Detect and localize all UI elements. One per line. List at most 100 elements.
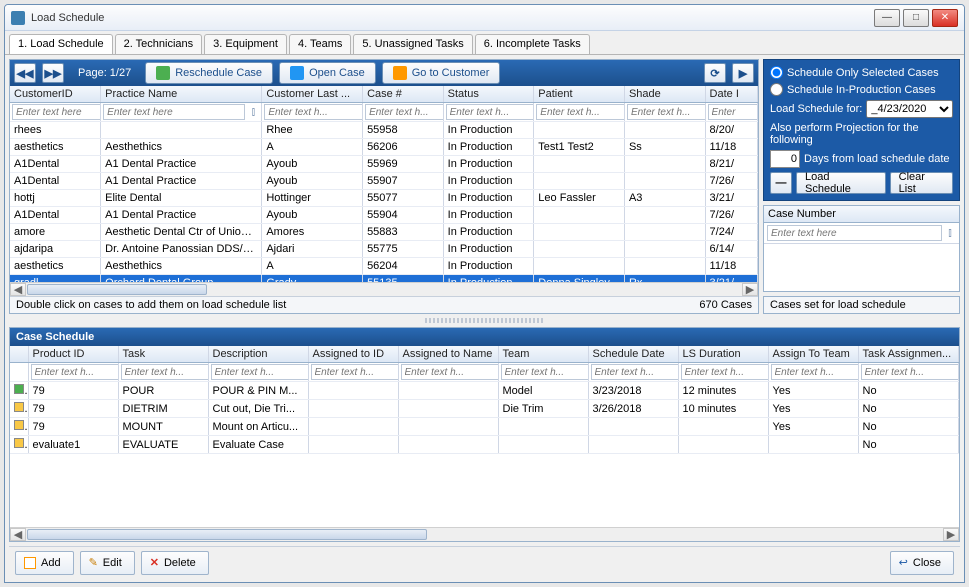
column-filter[interactable]	[771, 364, 859, 380]
case-number-filter[interactable]	[767, 225, 942, 241]
table-row[interactable]: A1DentalA1 Dental PracticeAyoub55904In P…	[10, 207, 758, 224]
radio-inproduction-cases[interactable]: Schedule In-Production Cases	[770, 83, 953, 96]
filter-icon[interactable]: ⫾	[247, 106, 259, 118]
filter-icon[interactable]: ⫾	[944, 227, 956, 239]
column-header[interactable]	[10, 346, 28, 363]
column-header[interactable]: Task Assignmen...	[858, 346, 958, 363]
column-header[interactable]: Schedule Date	[588, 346, 678, 363]
column-filter[interactable]	[211, 364, 309, 380]
tab-load-schedule[interactable]: 1. Load Schedule	[9, 34, 113, 54]
column-header[interactable]: Patient	[534, 86, 625, 103]
table-row[interactable]: aestheticsAesthethicsA56206In Production…	[10, 139, 758, 156]
reschedule-case-button[interactable]: Reschedule Case	[145, 62, 273, 84]
add-button[interactable]: Add	[15, 551, 74, 575]
table-row[interactable]: rheesRhee55958In Production8/20/	[10, 122, 758, 139]
column-filter[interactable]	[681, 364, 769, 380]
column-header[interactable]: Status	[443, 86, 534, 103]
column-header[interactable]: Case #	[363, 86, 444, 103]
column-header[interactable]: Task	[118, 346, 208, 363]
titlebar: Load Schedule — □ ✕	[5, 5, 964, 31]
table-row[interactable]: A1DentalA1 Dental PracticeAyoub55969In P…	[10, 156, 758, 173]
column-header[interactable]: Assign To Team	[768, 346, 858, 363]
table-row[interactable]: evaluate1EVALUATEEvaluate CaseNo	[10, 436, 959, 454]
window-title: Load Schedule	[31, 12, 874, 24]
clear-list-button[interactable]: Clear List	[890, 172, 953, 194]
table-row[interactable]: 79DIETRIMCut out, Die Tri...Die Trim3/26…	[10, 400, 959, 418]
tab-incomplete[interactable]: 6. Incomplete Tasks	[475, 34, 590, 54]
cases-grid[interactable]: CustomerIDPractice NameCustomer Last ...…	[10, 86, 758, 282]
tab-teams[interactable]: 4. Teams	[289, 34, 351, 54]
column-filter[interactable]	[365, 104, 443, 120]
column-header[interactable]: Practice Name	[101, 86, 262, 103]
cases-pane: ◀◀ ▶▶ Page: 1/27 Reschedule Case Open Ca…	[9, 59, 759, 314]
page-next-button[interactable]: ▶▶	[42, 63, 64, 83]
column-filter[interactable]	[501, 364, 589, 380]
schedule-for-label: Load Schedule for:	[770, 103, 862, 115]
maximize-button[interactable]: □	[903, 9, 929, 27]
column-filter[interactable]	[311, 364, 399, 380]
column-filter[interactable]	[31, 364, 119, 380]
cases-toolbar: ◀◀ ▶▶ Page: 1/27 Reschedule Case Open Ca…	[10, 60, 758, 86]
table-row[interactable]: hottjElite DentalHottinger55077In Produc…	[10, 190, 758, 207]
close-button[interactable]: ✕	[932, 9, 958, 27]
column-filter[interactable]	[591, 364, 679, 380]
edit-button[interactable]: ✎Edit	[80, 551, 135, 575]
footer-bar: Add ✎Edit ✕Delete ↩Close	[9, 546, 960, 578]
column-filter[interactable]	[861, 364, 959, 380]
column-header[interactable]: CustomerID	[10, 86, 101, 103]
column-header[interactable]: Shade	[624, 86, 705, 103]
close-panel-button[interactable]: ↩Close	[890, 551, 954, 575]
splitter-grip[interactable]	[425, 318, 545, 323]
table-row[interactable]: 79MOUNTMount on Articu...YesNo	[10, 418, 959, 436]
column-filter[interactable]	[446, 104, 534, 120]
main-tabbar: 1. Load Schedule 2. Technicians 3. Equip…	[5, 31, 964, 55]
schedule-hscrollbar[interactable]: ◀▶	[10, 527, 959, 541]
column-header[interactable]: Assigned to Name	[398, 346, 498, 363]
column-filter[interactable]	[12, 104, 101, 120]
person-icon	[393, 66, 407, 80]
column-header[interactable]: Date I	[705, 86, 757, 103]
app-icon	[11, 11, 25, 25]
radio-selected-cases[interactable]: Schedule Only Selected Cases	[770, 66, 953, 79]
minimize-button[interactable]: —	[874, 9, 900, 27]
schedule-grid[interactable]: Product IDTaskDescriptionAssigned to IDA…	[10, 346, 959, 454]
column-filter[interactable]	[121, 364, 209, 380]
page-prev-button[interactable]: ◀◀	[14, 63, 36, 83]
column-header[interactable]: Equipment	[958, 346, 959, 363]
play-button[interactable]: ▶	[732, 63, 754, 83]
tab-unassigned[interactable]: 5. Unassigned Tasks	[353, 34, 472, 54]
column-filter[interactable]	[708, 104, 758, 120]
cases-set-status: Cases set for load schedule	[763, 296, 960, 314]
table-row[interactable]: ajdaripaDr. Antoine Panossian DDS/Artisa…	[10, 241, 758, 258]
column-filter[interactable]	[264, 104, 362, 120]
column-header[interactable]: Customer Last ...	[262, 86, 363, 103]
open-case-button[interactable]: Open Case	[279, 62, 376, 84]
table-row[interactable]: A1DentalA1 Dental PracticeAyoub55907In P…	[10, 173, 758, 190]
load-schedule-button[interactable]: Load Schedule	[796, 172, 886, 194]
tab-technicians[interactable]: 2. Technicians	[115, 34, 203, 54]
column-header[interactable]: Product ID	[28, 346, 118, 363]
table-row[interactable]: gradlOrchard Dental GroupGrady55135In Pr…	[10, 275, 758, 283]
tab-equipment[interactable]: 3. Equipment	[204, 34, 287, 54]
remove-button[interactable]: —	[770, 172, 792, 194]
column-header[interactable]: Assigned to ID	[308, 346, 398, 363]
table-row[interactable]: amoreAesthetic Dental Ctr of Union Squar…	[10, 224, 758, 241]
column-filter[interactable]	[401, 364, 499, 380]
column-header[interactable]: Team	[498, 346, 588, 363]
case-schedule-panel: Case Schedule Product IDTaskDescriptionA…	[9, 327, 960, 542]
column-header[interactable]: LS Duration	[678, 346, 768, 363]
column-filter[interactable]	[627, 104, 705, 120]
column-header[interactable]: Description	[208, 346, 308, 363]
cases-hscrollbar[interactable]: ◀▶	[10, 282, 758, 296]
refresh-grid-button[interactable]: ⟳	[704, 63, 726, 83]
table-row[interactable]: aestheticsAesthethicsA56204In Production…	[10, 258, 758, 275]
column-filter[interactable]	[103, 104, 245, 120]
delete-button[interactable]: ✕Delete	[141, 551, 209, 575]
schedule-date-select[interactable]: _4/23/2020	[866, 100, 953, 118]
goto-customer-button[interactable]: Go to Customer	[382, 62, 501, 84]
projection-days-input[interactable]	[770, 150, 800, 168]
table-row[interactable]: 79POURPOUR & PIN M...Model3/23/201812 mi…	[10, 382, 959, 400]
column-filter[interactable]	[536, 104, 624, 120]
load-schedule-window: Load Schedule — □ ✕ 1. Load Schedule 2. …	[4, 4, 965, 583]
case-number-header: Case Number	[764, 206, 959, 223]
